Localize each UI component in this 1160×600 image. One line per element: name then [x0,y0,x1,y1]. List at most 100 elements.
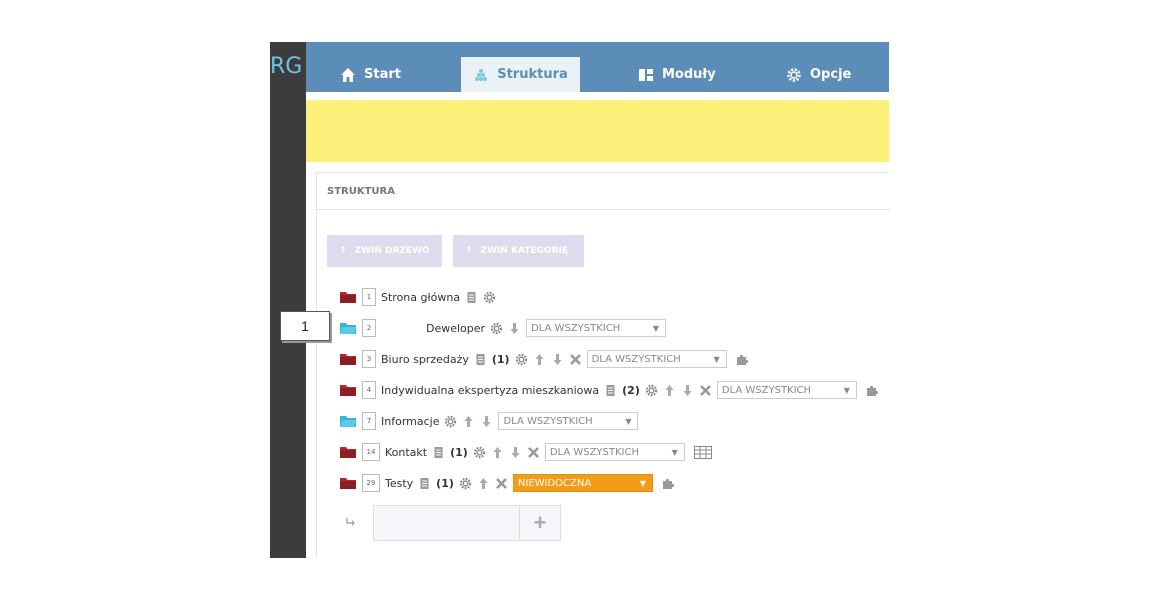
tab-label: Struktura [497,67,568,82]
caret-down-icon: ▼ [652,323,660,333]
tab-opcje[interactable]: Opcje [786,57,851,92]
visibility-select[interactable]: NIEWIDOCZNA ▼ [512,474,653,492]
tree-row: 7 Informacje DLA WSZYSTKICH ▼ [339,411,639,431]
page-icon[interactable] [418,477,431,490]
brand-logo: RG [270,54,303,79]
select-value: DLA WSZYSTKICH [591,353,681,365]
item-label[interactable]: Deweloper [426,322,485,335]
arrow-up-icon[interactable] [491,446,504,459]
item-number: 4 [362,381,376,399]
delete-icon[interactable] [569,353,582,366]
gear-icon[interactable] [645,384,658,397]
tab-struktura[interactable]: Struktura [461,57,580,92]
gear-icon[interactable] [473,446,486,459]
structure-panel: STRUKTURA ↑ ZWIŃ DRZEWO ↑ ZWIŃ KATEGORIĘ… [316,172,890,558]
home-icon [341,67,355,82]
arrow-up-icon: ↑ [465,246,473,256]
select-value: DLA WSZYSTKICH [549,446,640,458]
item-count: (2) [622,383,640,397]
caret-down-icon: ▼ [639,478,646,488]
gear-icon[interactable] [444,415,457,428]
delete-icon[interactable] [699,384,712,397]
arrow-down-icon[interactable] [508,322,521,335]
item-label[interactable]: Strona główna [381,291,460,304]
visibility-select[interactable]: DLA WSZYSTKICH ▼ [716,381,857,399]
collapse-tree-button[interactable]: ↑ ZWIŃ DRZEWO [327,235,442,267]
folder-blue-icon[interactable] [339,321,357,335]
item-number: 7 [362,412,376,430]
select-value: DLA WSZYSTKICH [721,384,812,396]
page-icon[interactable] [474,353,487,366]
visibility-select[interactable]: DLA WSZYSTKICH ▼ [544,443,685,461]
modules-icon [639,68,653,81]
caret-down-icon: ▼ [671,447,678,457]
delete-icon[interactable] [495,477,508,490]
gear-icon[interactable] [490,322,503,335]
select-value: DLA WSZYSTKICH [503,415,593,427]
button-label: ZWIŃ DRZEWO [354,246,430,256]
callout-label: 1 [301,318,309,334]
tree-row: 4 Indywidualna ekspertyza mieszkaniowa (… [339,380,879,400]
visibility-select[interactable]: DLA WSZYSTKICH ▼ [526,319,667,337]
item-label[interactable]: Testy [385,477,413,490]
folder-red-icon[interactable] [339,445,357,459]
gear-icon[interactable] [483,291,496,304]
annotation-callout: 1 [280,311,330,341]
arrow-down-icon[interactable] [551,353,564,366]
top-navigation: Start Struktura Moduły Opcje [306,42,889,92]
tree-icon [475,68,488,81]
gear-icon[interactable] [515,353,528,366]
folder-red-icon[interactable] [339,476,357,490]
arrow-up-icon: ↑ [339,246,347,256]
delete-icon[interactable] [527,446,540,459]
item-number: 29 [362,474,380,492]
puzzle-icon[interactable] [866,384,879,397]
caret-down-icon: ▼ [713,354,720,364]
item-label[interactable]: Biuro sprzedaży [381,353,469,366]
tab-moduly[interactable]: Moduły [638,57,716,92]
page-icon[interactable] [604,384,617,397]
tab-label: Moduły [662,67,716,82]
arrow-up-icon[interactable] [462,415,475,428]
arrow-up-icon[interactable] [663,384,676,397]
gear-icon[interactable] [459,477,472,490]
table-icon[interactable] [693,445,712,459]
arrow-down-icon[interactable] [509,446,522,459]
item-label[interactable]: Kontakt [385,446,427,459]
caret-down-icon: ▼ [625,416,632,426]
folder-blue-icon[interactable] [339,414,357,428]
item-count: (1) [436,476,454,490]
plus-icon: + [533,510,547,535]
folder-red-icon[interactable] [339,352,357,366]
page-icon[interactable] [432,446,445,459]
tree-row: 3 Biuro sprzedaży (1) DLA WSZYSTKICH ▼ [339,349,749,369]
page-icon[interactable] [465,291,478,304]
left-sidebar [270,42,306,558]
item-label[interactable]: Informacje [381,415,439,428]
gear-icon [787,67,801,82]
puzzle-icon[interactable] [736,353,749,366]
panel-divider [317,209,890,210]
sub-arrow-icon [346,518,355,526]
collapse-category-button[interactable]: ↑ ZWIŃ KATEGORIĘ [453,235,584,267]
add-button[interactable]: + [520,505,561,541]
puzzle-icon[interactable] [662,477,675,490]
arrow-down-icon[interactable] [681,384,694,397]
tree-row: 1 Strona główna [339,287,496,307]
item-number: 3 [362,350,376,368]
arrow-down-icon[interactable] [480,415,493,428]
folder-red-icon[interactable] [339,383,357,397]
folder-red-icon[interactable] [339,290,357,304]
panel-title: STRUKTURA [327,186,395,197]
tree-row: 29 Testy (1) NIEWIDOCZNA ▼ [339,473,675,493]
select-value: NIEWIDOCZNA [517,477,592,489]
visibility-select[interactable]: DLA WSZYSTKICH ▼ [498,412,639,430]
visibility-select[interactable]: DLA WSZYSTKICH ▼ [586,350,727,368]
item-label[interactable]: Indywidualna ekspertyza mieszkaniowa [381,384,599,397]
tree-row: 2 Deweloper DLA WSZYSTKICH ▼ [339,318,667,338]
new-item-input[interactable] [373,505,520,541]
add-item-area: + [345,505,561,541]
arrow-up-icon[interactable] [477,477,490,490]
arrow-up-icon[interactable] [533,353,546,366]
tab-start[interactable]: Start [340,57,401,92]
